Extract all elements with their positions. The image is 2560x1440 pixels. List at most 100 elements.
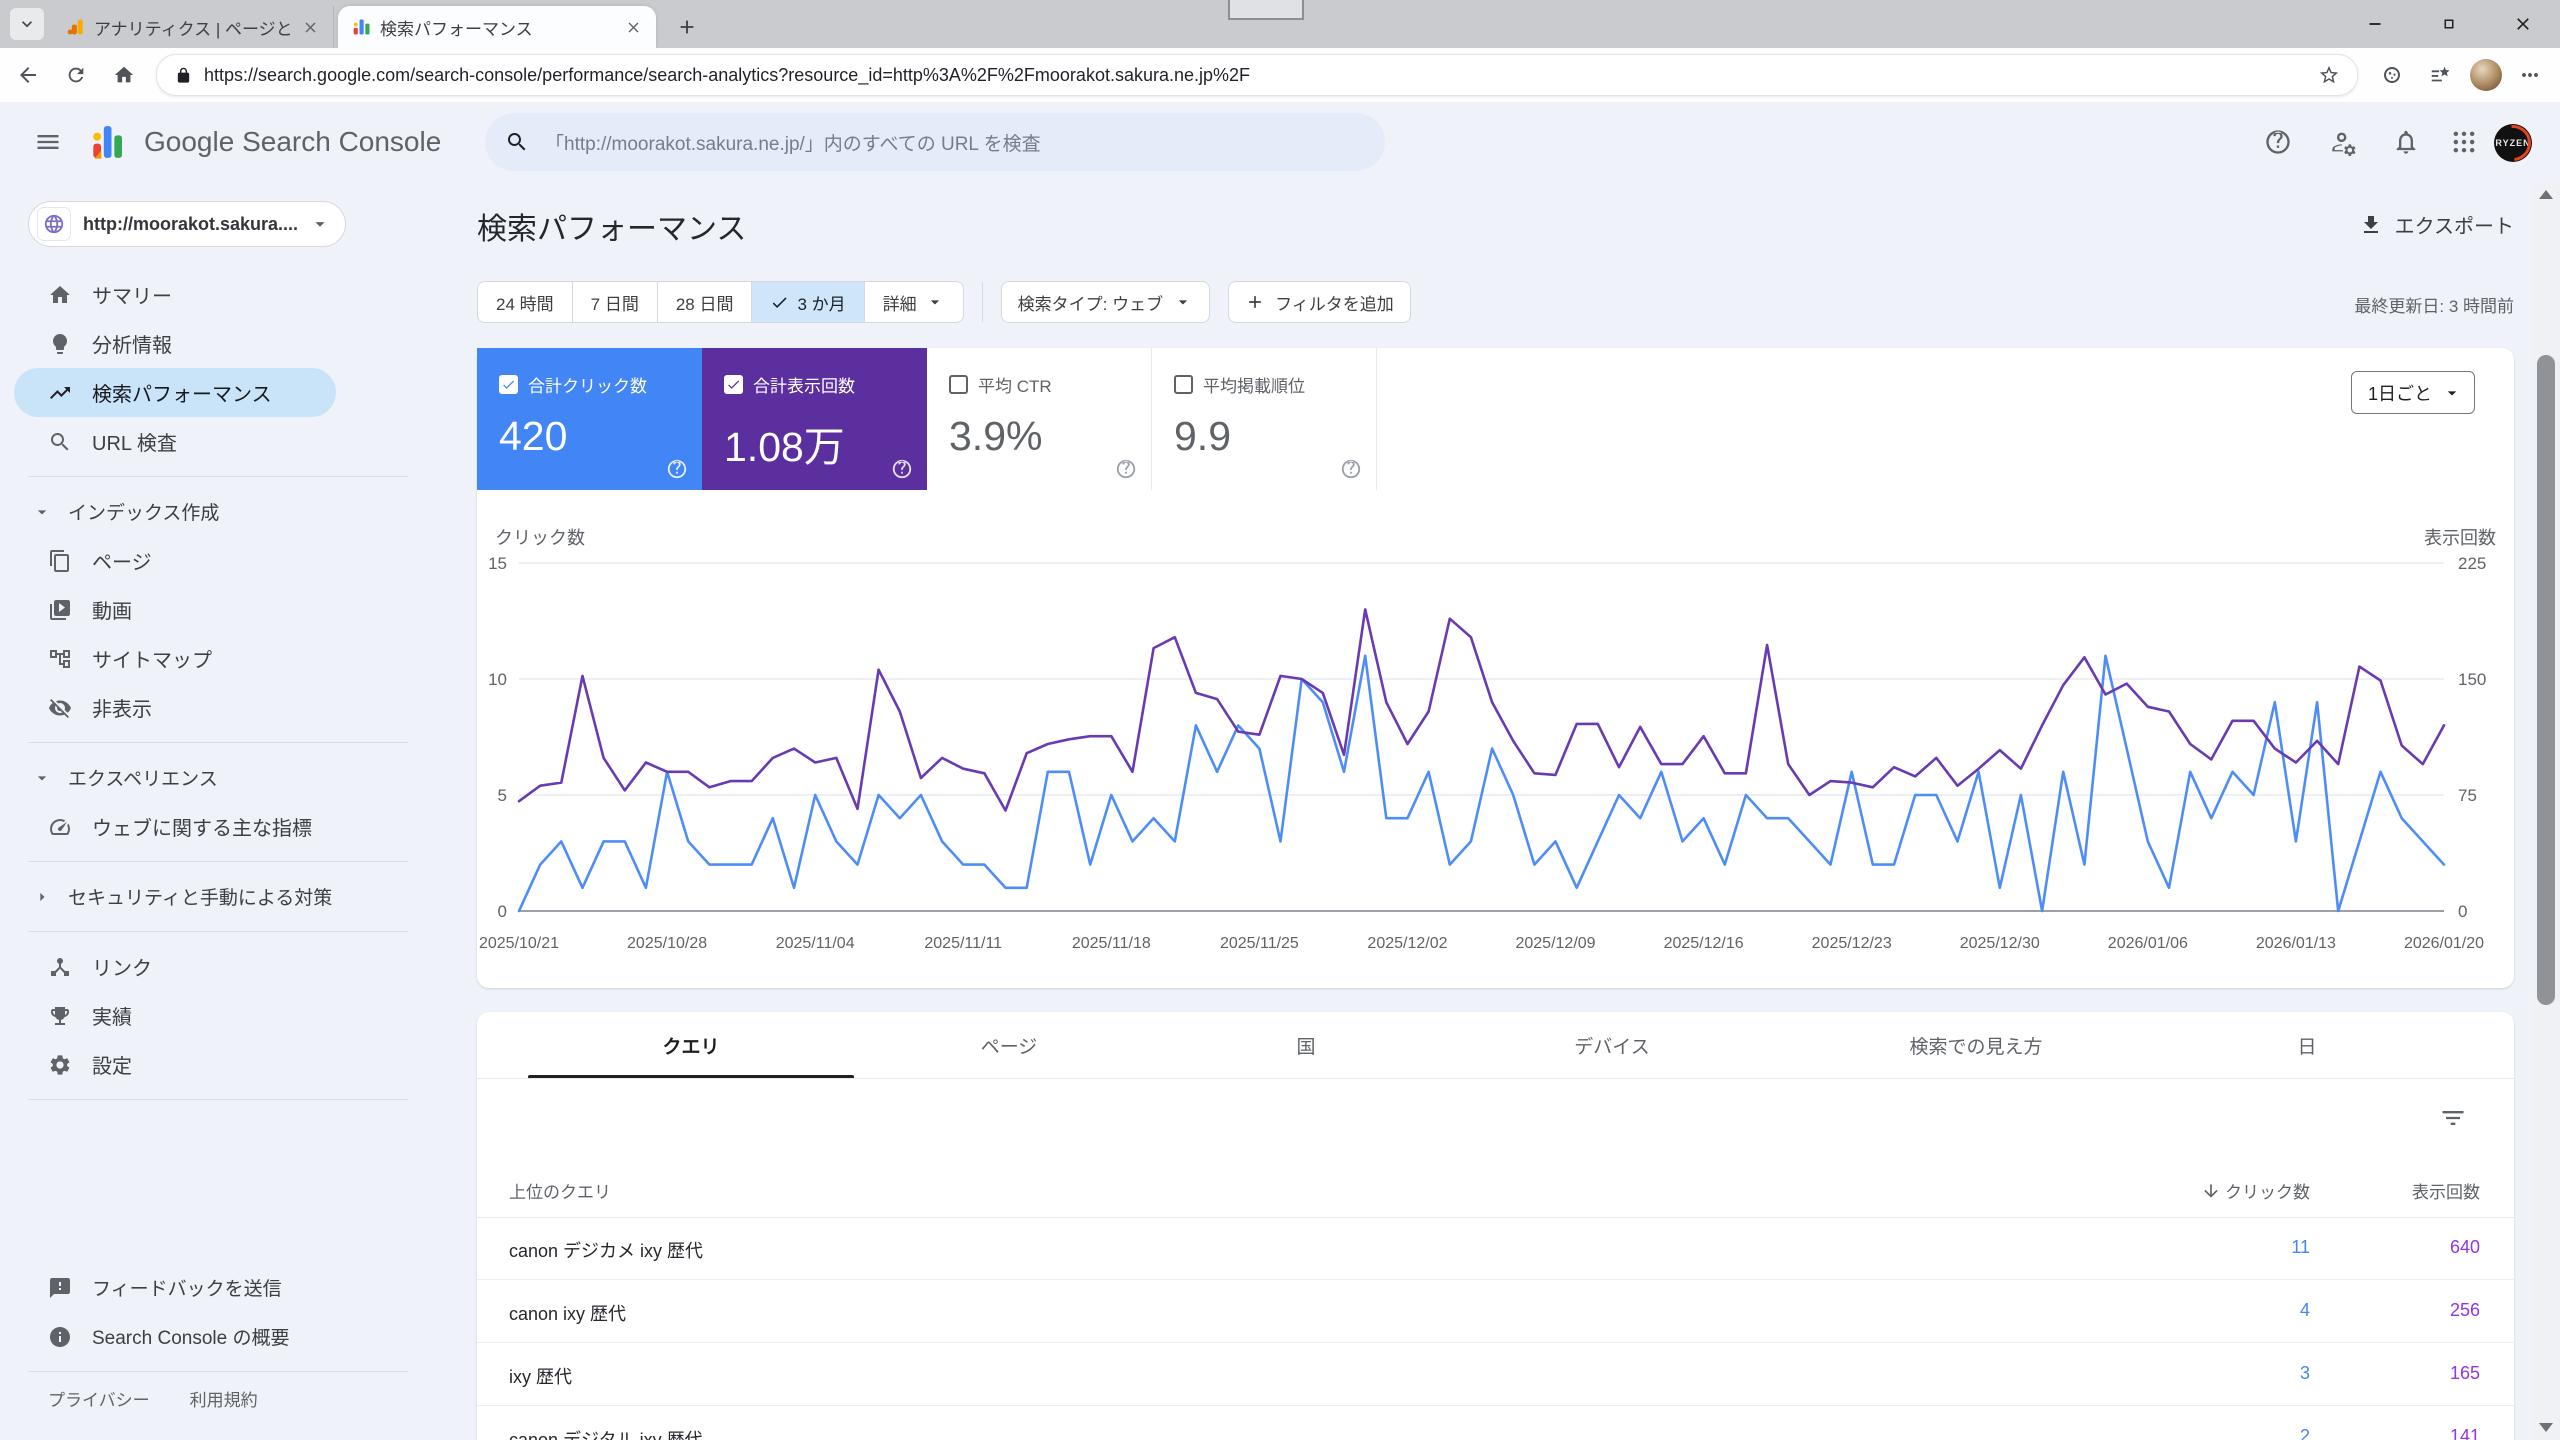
account-avatar[interactable]: RYZEN [2494,124,2532,162]
manage-accounts-icon[interactable] [2330,128,2360,158]
refresh-button[interactable] [56,55,96,95]
impressions-value[interactable]: 640 [2450,1237,2480,1258]
tab-close-icon[interactable] [302,19,319,36]
bookmark-star-icon [2319,65,2339,84]
table-tab-1[interactable]: ページ [981,1012,1038,1078]
timeseries-chart[interactable]: クリック数 表示回数0510150751502252025/10/21 2025/1… [477,508,2514,978]
table-row[interactable]: ixy 歴代 3 165 [477,1343,2514,1406]
metric-card-1[interactable]: 合計表示回数 1.08万 [702,348,927,490]
sidebar-item[interactable]: サマリー [0,270,436,319]
home-button[interactable] [104,55,144,95]
sidebar-footer-item[interactable]: フィードバックを送信 [0,1263,436,1312]
browser-menu-icon[interactable] [2510,55,2550,95]
clicks-value[interactable]: 4 [2300,1300,2310,1321]
clicks-value[interactable]: 11 [2291,1237,2310,1258]
tab-close-icon[interactable] [625,19,642,36]
scrollbar-thumb[interactable] [2537,355,2555,1005]
help-icon[interactable] [666,458,688,480]
date-range-0[interactable]: 24 時間 [478,282,573,322]
add-filter-chip[interactable]: フィルタを追加 [1228,281,1411,323]
table-row[interactable]: canon デジカメ ixy 歴代 11 640 [477,1217,2514,1280]
checkbox-checked-icon[interactable] [724,375,743,394]
checkbox-unchecked-icon[interactable] [1174,375,1193,394]
window-close-button[interactable] [2486,0,2560,48]
help-icon[interactable] [1340,458,1362,480]
table-row[interactable]: canon デジタル ixy 歴代 2 141 [477,1406,2514,1440]
url-text[interactable]: https://search.google.com/search-console… [204,65,2309,86]
sidebar-item[interactable]: ページ [0,536,436,585]
table-tab-4[interactable]: 検索での見え方 [1909,1012,2042,1078]
sidebar-item[interactable]: 実績 [0,991,436,1040]
sidebar-item[interactable]: 非表示 [0,683,436,732]
help-icon[interactable] [891,458,913,480]
sidebar-item[interactable]: 検索パフォーマンス [14,368,336,417]
property-selector[interactable]: http://moorakot.sakura.... [28,201,346,247]
table-filter-icon[interactable] [2439,1104,2467,1132]
sidebar-item[interactable]: 分析情報 [0,319,436,368]
sidebar-item[interactable]: 設定 [0,1040,436,1089]
notifications-bell-icon[interactable] [2392,128,2422,158]
sidebar-item[interactable]: URL 検査 [0,417,436,466]
svg-text:2025/12/09: 2025/12/09 [1515,935,1595,952]
lock-icon[interactable] [175,67,192,84]
export-button[interactable]: エクスポート [2359,210,2514,239]
window-maximize-button[interactable] [2412,0,2486,48]
granularity-select[interactable]: 1日ごと [2350,371,2475,414]
browser-essentials-icon[interactable] [2372,55,2412,95]
url-inspect-search[interactable]: 「http://moorakot.sakura.ne.jp/」内のすべての UR… [485,113,1385,171]
browser-profile-avatar[interactable] [2470,59,2502,91]
scroll-down-arrow[interactable] [2539,1423,2553,1432]
browser-tab-search-console[interactable]: 検索パフォーマンス [338,6,656,48]
sidebar-section-1[interactable]: インデックス作成 [0,487,436,536]
tab-search-chevron-icon[interactable] [10,8,44,40]
table-tab-3[interactable]: デバイス [1574,1012,1649,1078]
date-range-1[interactable]: 7 日間 [573,282,658,322]
help-icon[interactable] [2264,128,2294,158]
sidebar-nav: サマリー 分析情報 検索パフォーマンス URL 検査 インデックス作成 ページ 動画 サイトマ… [0,270,436,1110]
metric-card-3[interactable]: 平均掲載順位 9.9 [1152,348,1377,490]
new-tab-button[interactable] [672,12,702,42]
google-apps-grid-icon[interactable] [2450,128,2480,158]
scroll-up-arrow[interactable] [2539,190,2553,199]
metric-card-2[interactable]: 平均 CTR 3.9% [927,348,1152,490]
checkbox-unchecked-icon[interactable] [949,375,968,394]
date-range-3[interactable]: 3 か月 [752,282,865,322]
help-icon[interactable] [1115,458,1137,480]
sidebar-section-2[interactable]: エクスペリエンス [0,753,436,802]
menu-icon[interactable] [26,120,70,164]
sidebar-section-3[interactable]: セキュリティと手動による対策 [0,872,436,921]
sidebar-item[interactable]: 動画 [0,585,436,634]
column-impressions[interactable]: 表示回数 [2412,1178,2480,1203]
column-query[interactable]: 上位のクエリ [509,1178,611,1203]
column-clicks[interactable]: クリック数 [2201,1178,2310,1203]
page-scrollbar[interactable] [2532,182,2560,1440]
table-tab-2[interactable]: 国 [1296,1012,1315,1078]
sidebar-footer-item[interactable]: Search Console の概要 [0,1312,436,1361]
date-range-custom[interactable]: 詳細 [865,282,963,322]
svg-text:2025/11/11: 2025/11/11 [924,935,1002,952]
checkbox-checked-icon[interactable] [499,375,518,394]
browser-tab-analytics[interactable]: アナリティクス | ページとスクリーン: ペー [52,6,334,48]
window-minimize-button[interactable] [2338,0,2412,48]
privacy-link[interactable]: プライバシー [48,1386,150,1411]
favorites-icon[interactable] [2420,55,2460,95]
sidebar-item[interactable]: リンク [0,942,436,991]
sidebar-item[interactable]: ウェブに関する主な指標 [0,802,436,851]
impressions-value[interactable]: 256 [2450,1300,2480,1321]
sidebar-item[interactable]: サイトマップ [0,634,436,683]
back-button[interactable] [8,55,48,95]
clicks-value[interactable]: 3 [2300,1363,2310,1384]
impressions-value[interactable]: 165 [2450,1363,2480,1384]
table-tab-0[interactable]: クエリ [662,1012,719,1078]
metric-card-0[interactable]: 合計クリック数 420 [477,348,702,490]
bookmark-star-icon[interactable] [2309,55,2349,95]
terms-link[interactable]: 利用規約 [190,1386,258,1411]
table-row[interactable]: canon ixy 歴代 4 256 [477,1280,2514,1343]
clicks-value[interactable]: 2 [2300,1426,2310,1440]
date-range-2[interactable]: 28 日間 [658,282,753,322]
table-tab-5[interactable]: 日 [2297,1012,2316,1078]
browser-toolbar: https://search.google.com/search-console… [0,48,2560,102]
search-type-chip[interactable]: 検索タイプ: ウェブ [1000,281,1211,323]
address-bar[interactable]: https://search.google.com/search-console… [156,54,2358,96]
impressions-value[interactable]: 141 [2450,1426,2480,1440]
